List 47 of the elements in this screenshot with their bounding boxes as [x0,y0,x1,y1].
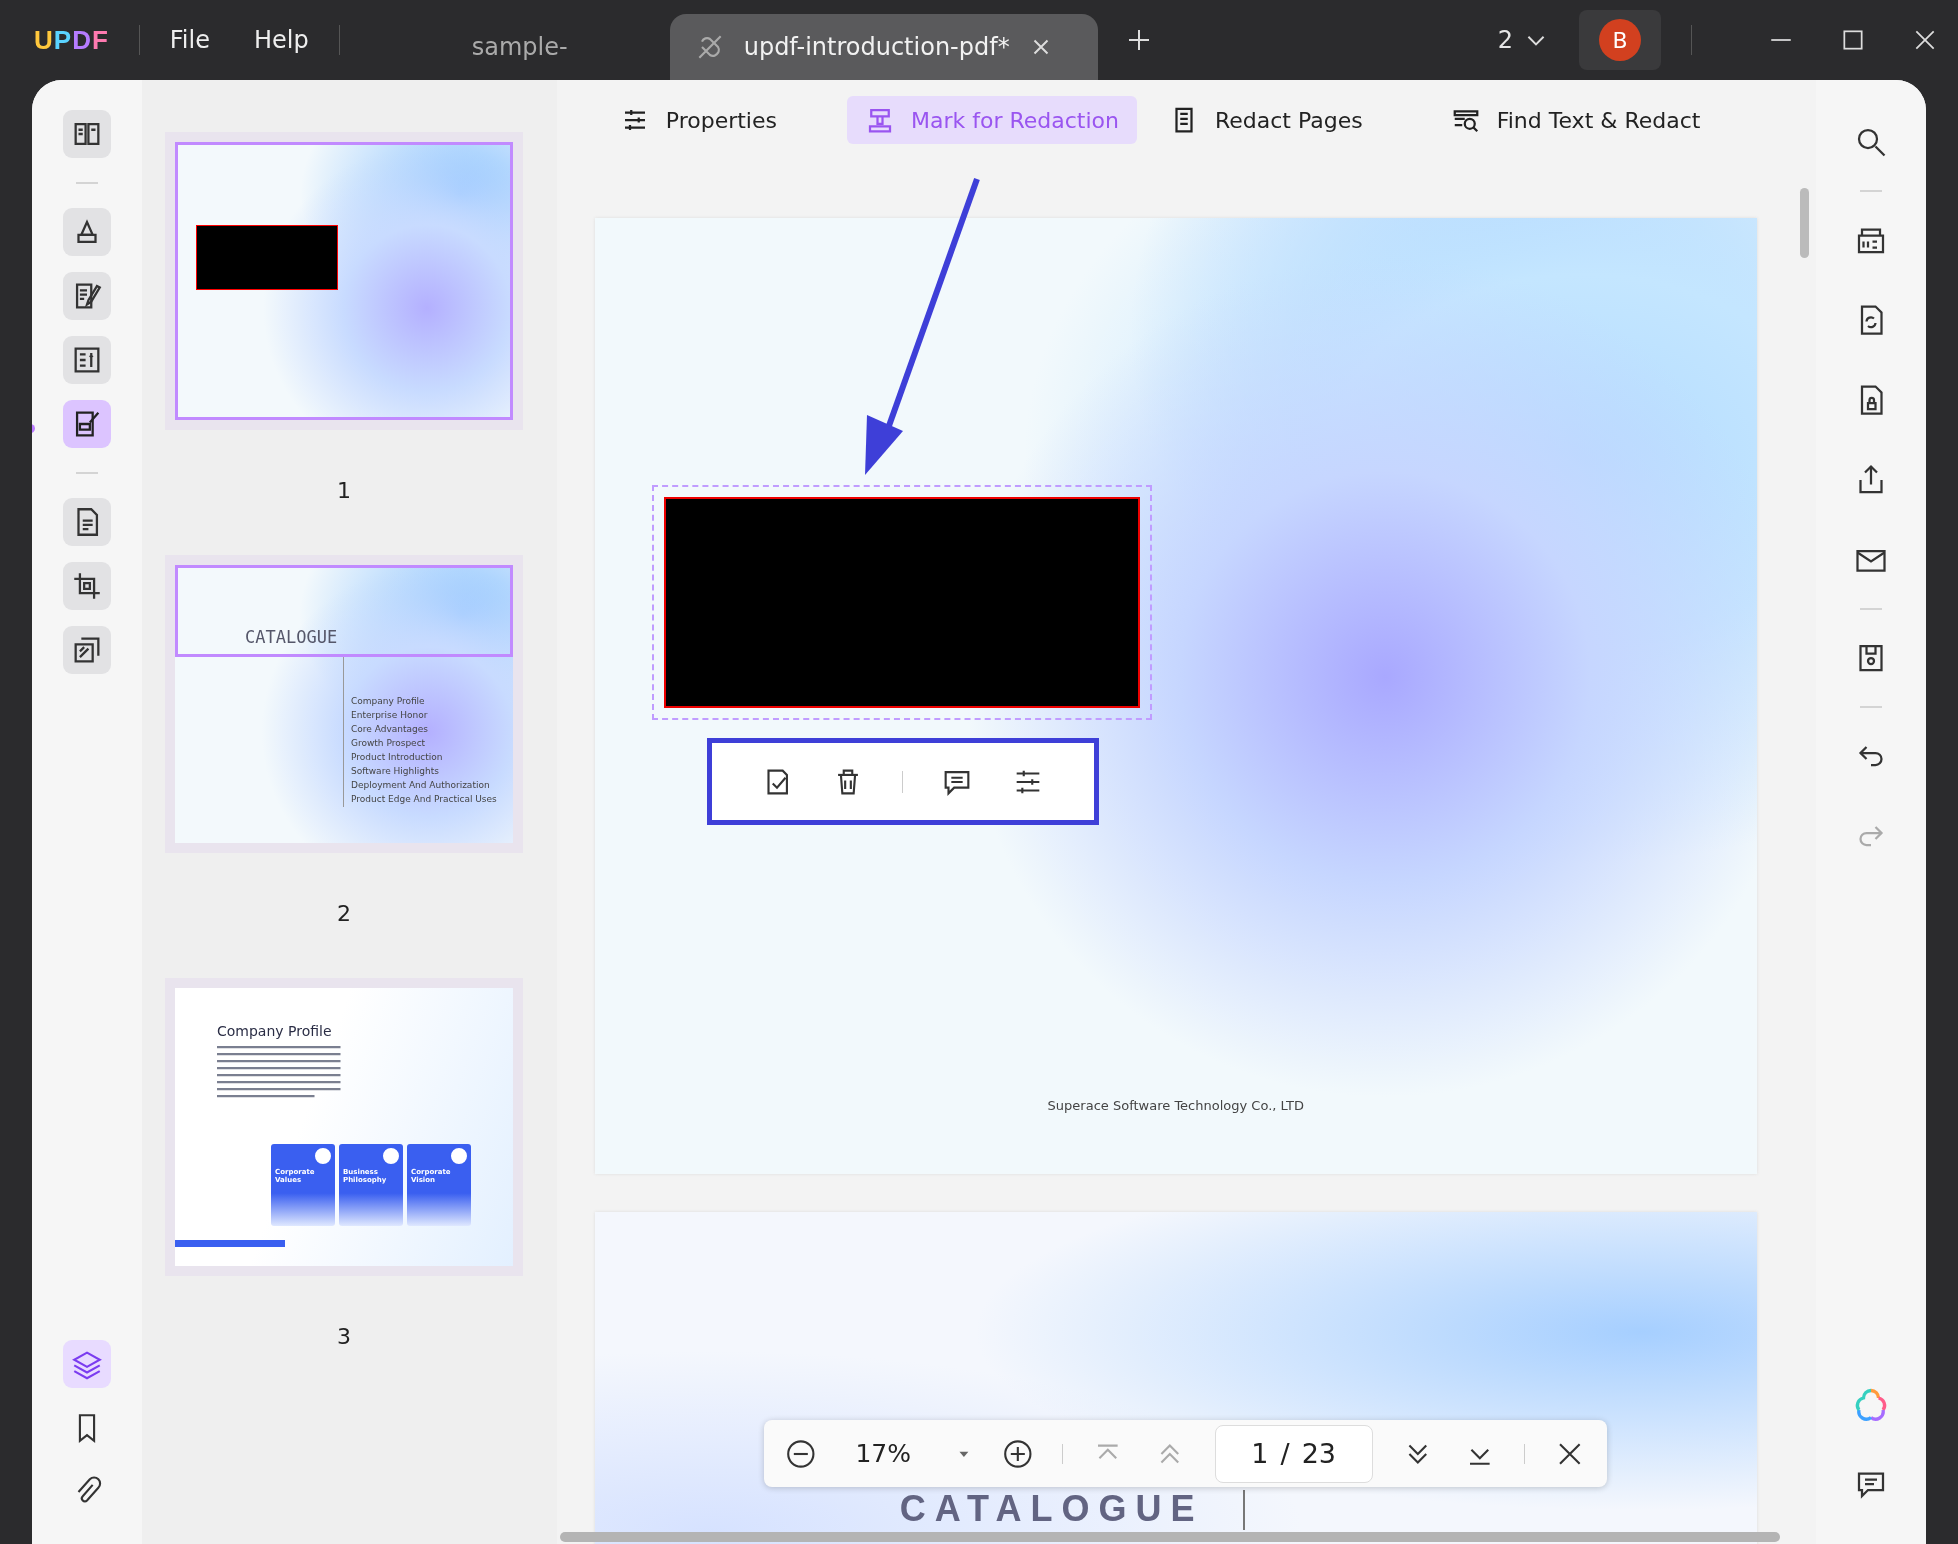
user-avatar[interactable]: B [1599,19,1641,61]
catalogue-entry: Product Introduction [351,751,444,763]
menu-item[interactable]: Help [253,26,309,54]
card-icon [381,1146,401,1166]
page-field[interactable]: 1 / 23 [1214,1424,1373,1483]
catalogue-entry: Enterprise Honor [351,709,429,721]
thumbnail-heading: CATALOGUE [245,627,338,647]
window-count[interactable]: 2 [1497,26,1513,54]
page-heading: CATALOGUE [899,1490,1204,1528]
book-icon[interactable] [63,110,111,158]
page-total: 23 [1301,1438,1336,1469]
catalogue-entry: Product Edge And Practical Uses [351,793,497,805]
catalogue-entry: Company Profile [351,695,426,707]
menu-item[interactable]: File [169,26,210,54]
page-separator: / [1280,1438,1290,1469]
redact-icon[interactable] [63,400,111,448]
scrollbar-thumb[interactable] [559,1532,1780,1542]
toolbar-button[interactable]: Properties [601,96,795,144]
maximize-icon[interactable] [1840,27,1866,53]
current-page: 1 [1251,1438,1269,1469]
card-icon [449,1146,469,1166]
layers-icon[interactable] [63,1340,111,1388]
stack-icon[interactable] [63,626,111,674]
document-tab[interactable]: sample- [369,14,670,80]
edit-icon[interactable] [63,272,111,320]
app-logo: UPDF [34,24,109,56]
catalogue-entry: Growth Prospect [351,737,427,749]
page-number: 1 [337,478,351,503]
tab-title: updf-introduction-pdf* [743,33,1010,61]
page-number: 2 [337,901,351,926]
page-footer: Superace Software Technology Co., LTD [594,1098,1757,1113]
toolbar-button[interactable]: Redact Pages [1151,96,1381,144]
document-tab[interactable]: updf-introduction-pdf* [669,14,1098,80]
catalogue-entry: Deployment And Authorization [351,779,491,791]
tab-title: sample- [471,33,568,61]
page-number: 3 [337,1324,351,1349]
zoom-level[interactable]: 17% [855,1439,915,1468]
crop-icon[interactable] [63,562,111,610]
thumbnail-heading: Company Profile [217,1023,332,1039]
pages-icon[interactable] [63,498,111,546]
toolbar-button[interactable]: Find Text & Redact [1432,96,1719,144]
scrollbar-thumb[interactable] [1799,188,1809,258]
card-icon [313,1146,333,1166]
catalogue-entry: Software Highlights [351,765,440,777]
form-icon[interactable] [63,336,111,384]
catalogue-entry: Core Advantages [351,723,429,735]
highlighter-icon[interactable] [63,208,111,256]
